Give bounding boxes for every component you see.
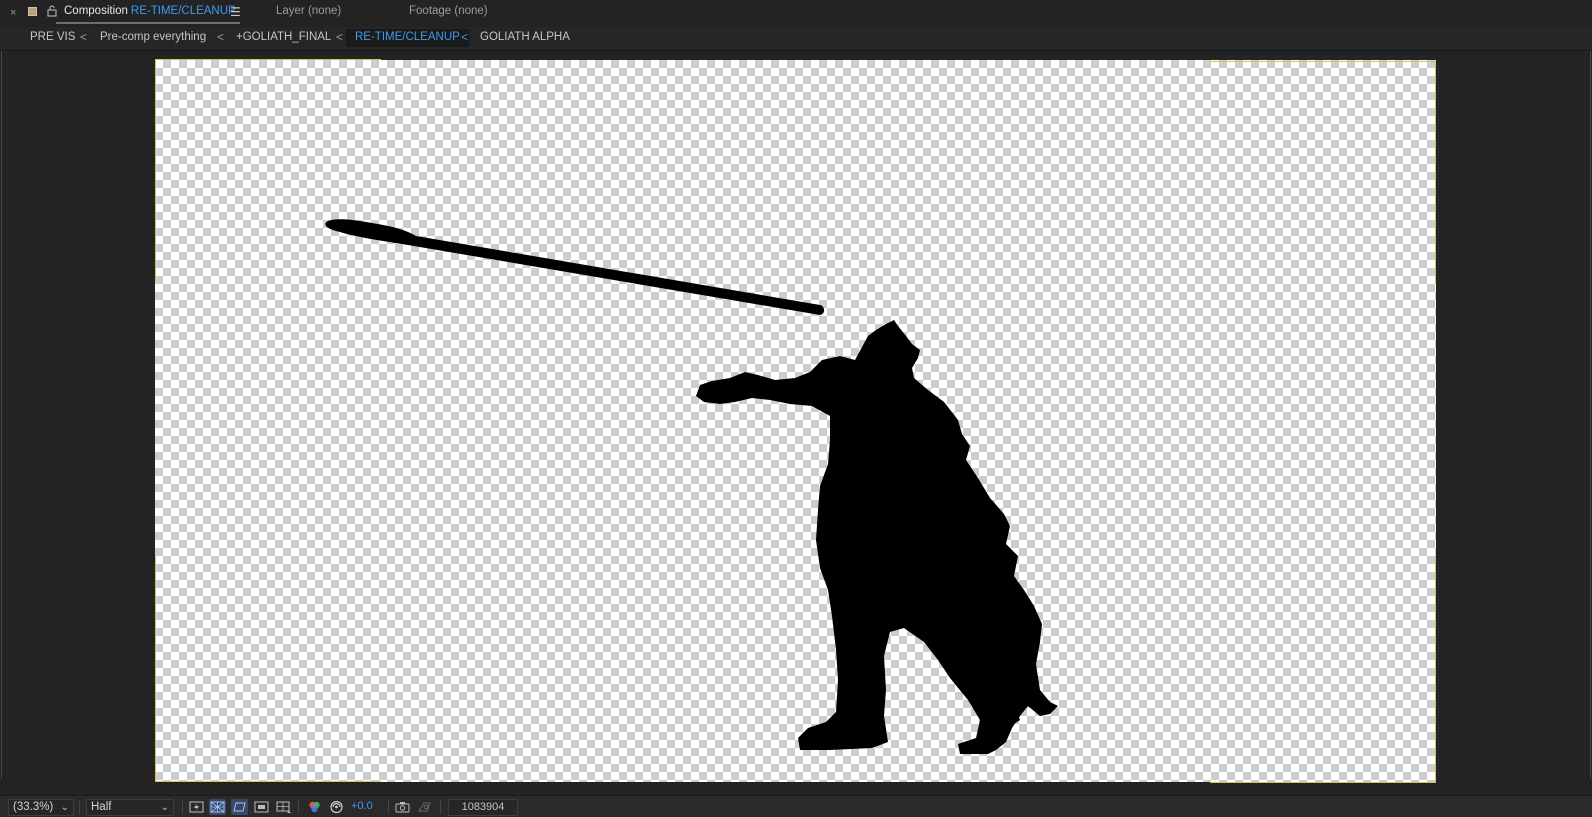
frame-edge [155,59,381,60]
mask-visibility-icon[interactable] [231,799,248,815]
frame-edge [155,60,156,282]
chevron-down-icon: ⌄ [160,802,169,813]
transparency-grid-icon[interactable] [209,799,226,815]
chevron-left-icon: < [461,30,469,44]
chevron-left-icon: < [336,30,344,44]
crumb-retime-cleanup[interactable]: RE-TIME/CLEANUP [355,31,460,43]
composition-tab[interactable]: Composition RE-TIME/CLEANUP [64,5,236,17]
magnification-value: (33.3%) [13,801,54,813]
show-snapshot-icon[interactable] [416,799,433,815]
crumb-goliath-final[interactable]: +GOLIATH_FINAL [236,31,331,43]
divider [440,800,441,814]
magnification-dropdown[interactable]: (33.3%) ⌄ [8,799,74,816]
exposure-value[interactable]: +0.0 [351,800,373,812]
crumb-pre-comp-everything[interactable]: Pre-comp everything [100,31,206,43]
divider [388,800,389,814]
frame-edge [1210,782,1436,783]
grid-guides-icon[interactable] [275,799,292,815]
frame-edge [155,781,381,782]
frame-edge [1435,556,1436,782]
after-effects-composition-panel: × Composition RE-TIME/CLEANUP ☰ Layer (no… [0,0,1592,817]
region-of-interest-icon[interactable] [253,799,270,815]
layer-tab[interactable]: Layer (none) [276,5,341,17]
chevron-left-icon: < [80,30,88,44]
resolution-value: Half [91,801,112,813]
footage-tab[interactable]: Footage (none) [409,5,488,17]
viewer-bottom-bar: (33.3%) ⌄ Half ⌄ +0.0 1083904 [0,795,1592,817]
crumb-goliath-alpha[interactable]: GOLIATH ALPHA [480,31,570,43]
current-time-field[interactable]: 1083904 [448,799,518,816]
transparency-grid-canvas[interactable] [155,60,1436,782]
panel-tab-bar: × Composition RE-TIME/CLEANUP ☰ Layer (no… [0,0,1592,26]
frame-edge [1210,61,1436,62]
panel-menu-icon[interactable]: ☰ [230,5,241,19]
chevron-left-icon: < [217,30,225,44]
channel-rgb-icon[interactable] [306,799,323,815]
resolution-dropdown[interactable]: Half ⌄ [86,799,174,816]
crumb-pre-vis[interactable]: PRE VIS [30,31,75,43]
composition-tab-name: RE-TIME/CLEANUP [130,5,236,17]
fast-previews-icon[interactable] [188,799,205,815]
frame-edge [155,556,156,781]
close-panel-icon[interactable]: × [10,6,16,20]
lock-icon[interactable] [46,4,58,18]
frame-edge [1435,61,1436,283]
chevron-down-icon: ⌄ [60,802,69,813]
reset-exposure-icon[interactable] [328,799,345,815]
camera-snapshot-icon[interactable] [394,799,411,815]
divider [79,800,80,814]
composition-color-swatch-icon[interactable] [28,7,37,16]
active-tab-indicator [56,22,240,24]
composition-tab-label: Composition [64,5,128,17]
divider [298,800,299,814]
divider [182,800,183,814]
